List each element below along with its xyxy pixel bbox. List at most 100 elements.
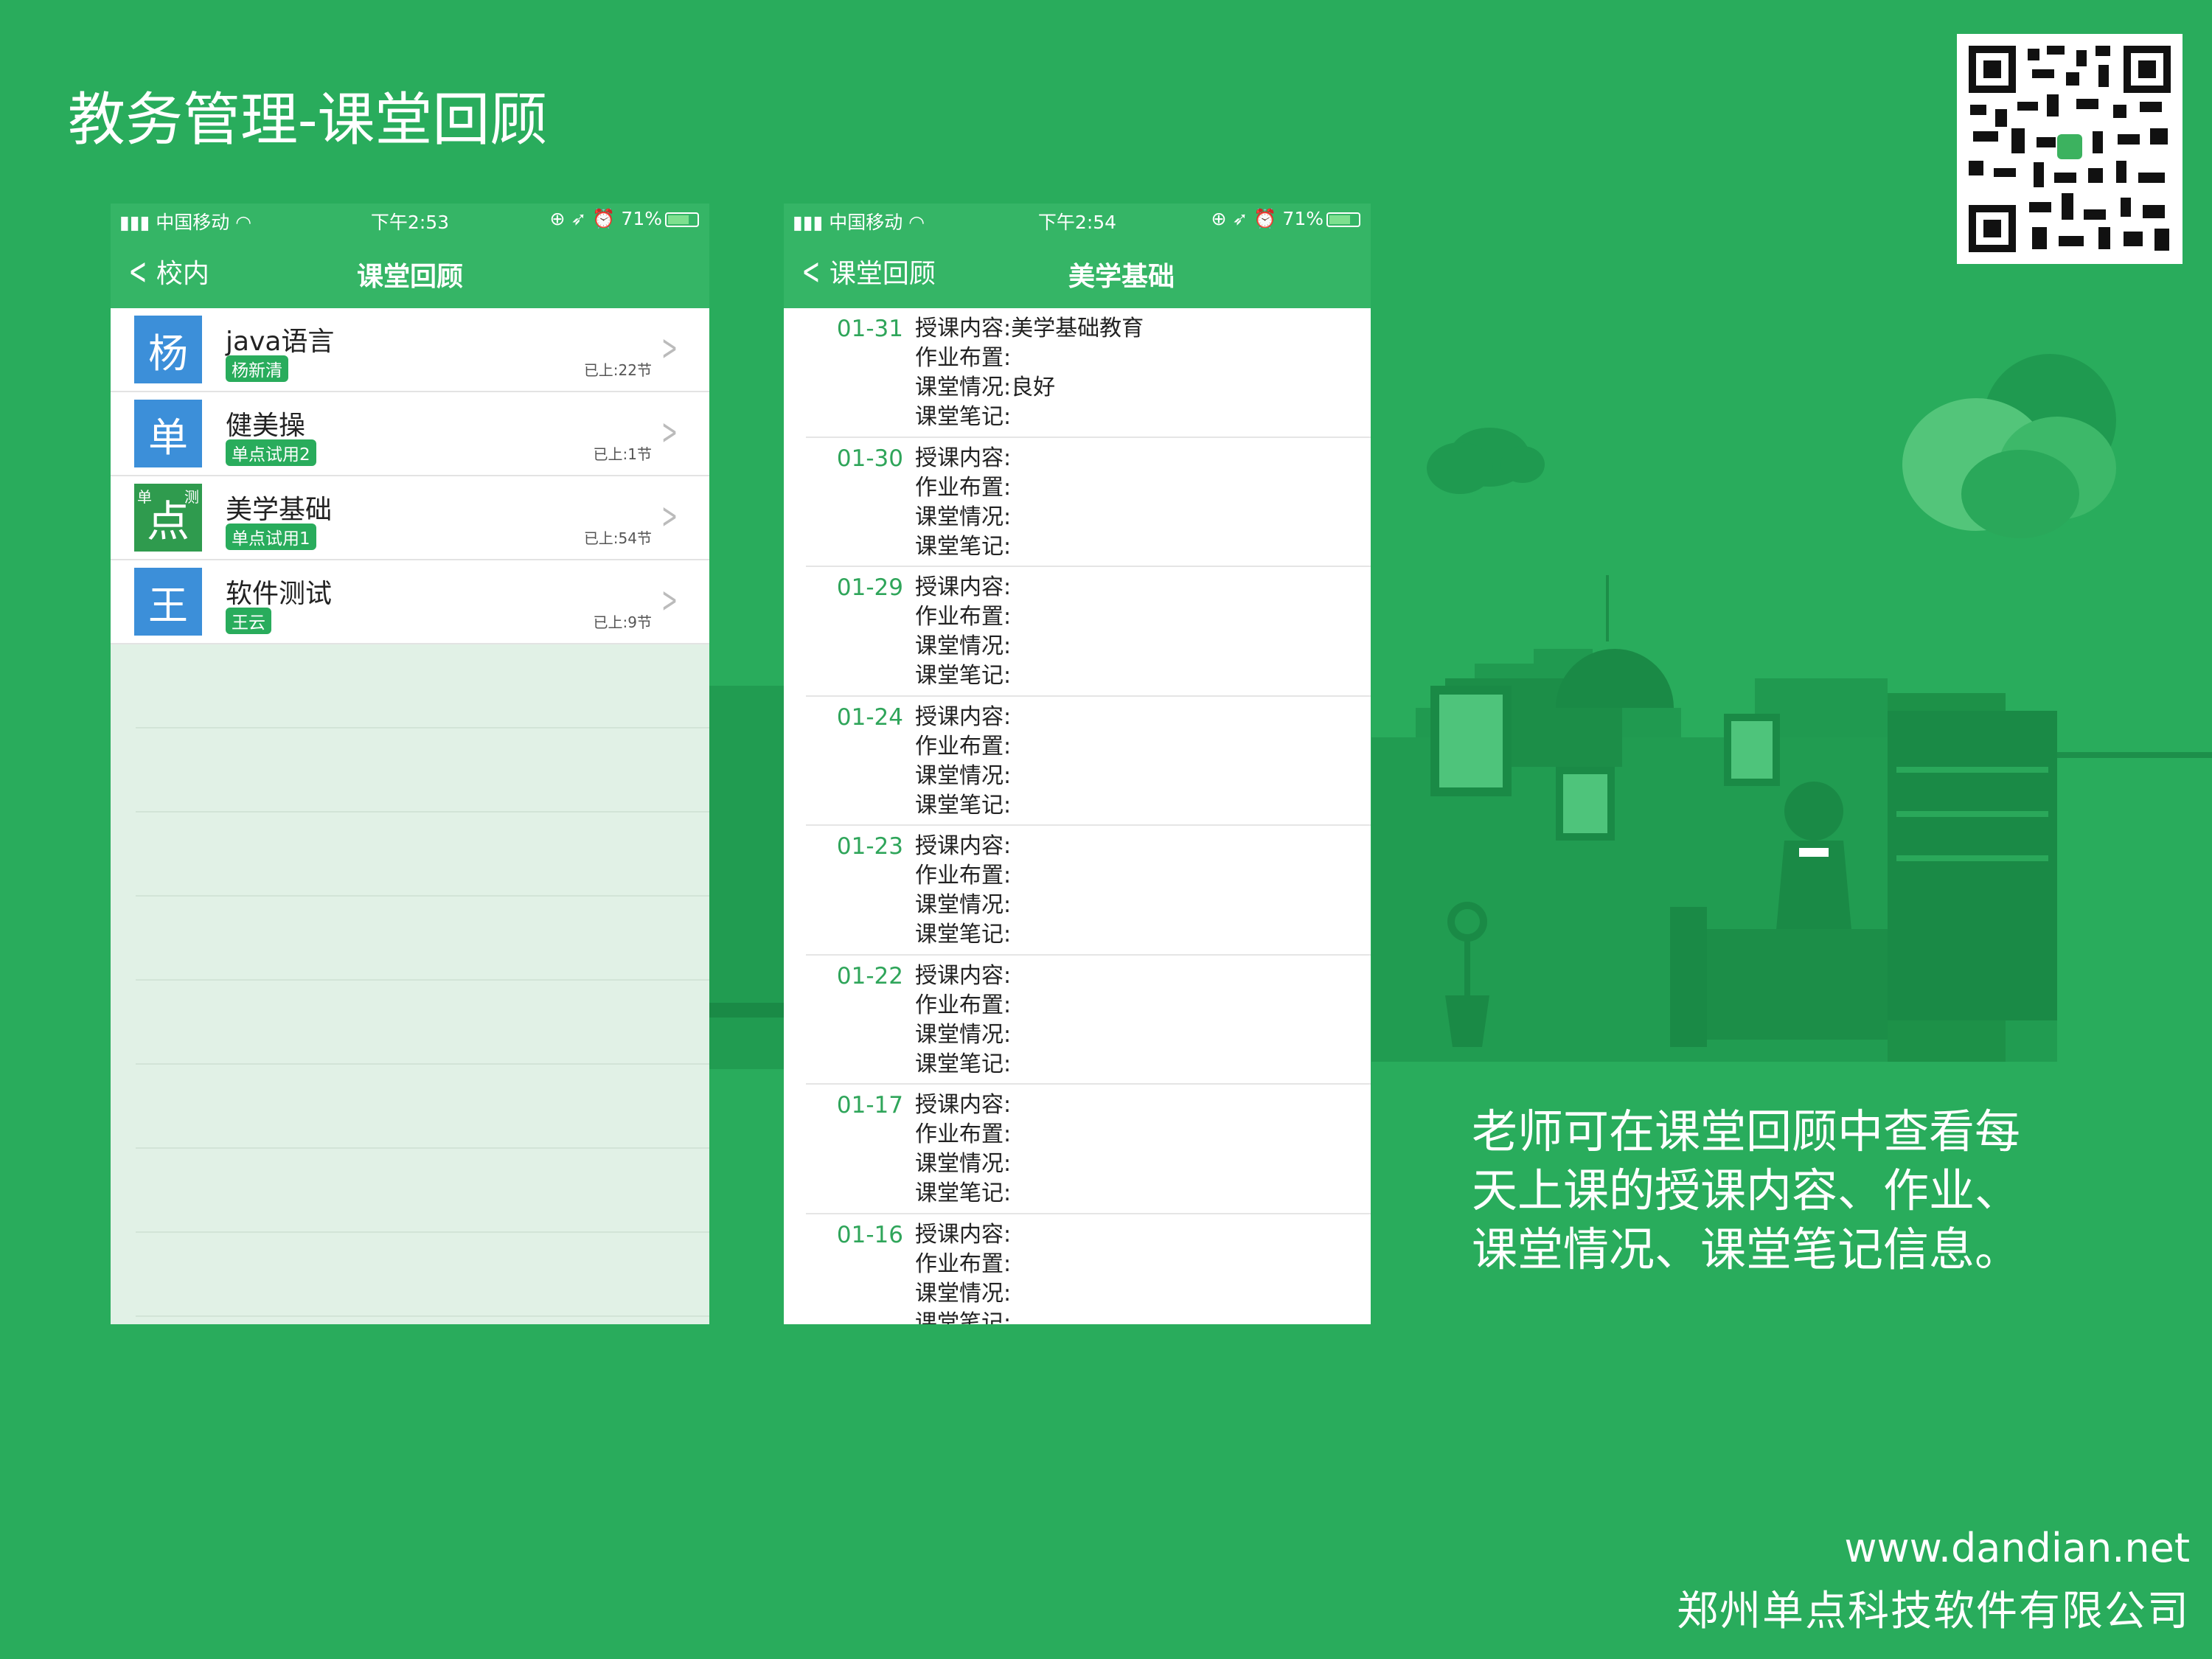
review-content: 授课内容: xyxy=(915,703,1012,730)
chevron-right-icon: > xyxy=(661,411,678,453)
review-situation: 课堂情况: xyxy=(915,892,1012,918)
lock-rotation-icon: ⊕ xyxy=(549,208,566,229)
empty-list-area xyxy=(111,644,709,1324)
review-content: 授课内容: xyxy=(915,962,1012,989)
chevron-right-icon: > xyxy=(661,495,678,537)
progress-text: 已上:54节 xyxy=(583,529,652,547)
review-lines: 授课内容: 作业布置: 课堂情况: 课堂笔记: xyxy=(915,961,1011,1079)
review-entry[interactable]: 01-30 授课内容: 作业布置: 课堂情况: 课堂笔记: xyxy=(806,438,1371,567)
location-icon: ➶ xyxy=(1232,208,1248,229)
teacher-tag: 单点试用1 xyxy=(226,524,316,550)
progress-text: 已上:22节 xyxy=(583,361,652,379)
battery-percent: 71% xyxy=(621,208,662,229)
phone-screen-course-list: ▮▮▮ 中国移动 ◠ 下午2:53 ⊕ ➶ ⏰ 71% < 校内 课堂回顾 杨 … xyxy=(111,204,709,1324)
status-bar: ▮▮▮ 中国移动 ◠ 下午2:53 ⊕ ➶ ⏰ 71% xyxy=(111,204,709,234)
review-homework: 作业布置: xyxy=(915,604,1012,630)
course-avatar: 单 点 测 xyxy=(134,484,202,552)
course-avatar: 单 xyxy=(134,400,202,467)
review-notes: 课堂笔记: xyxy=(915,533,1012,560)
review-entry[interactable]: 01-24 授课内容: 作业布置: 课堂情况: 课堂笔记: xyxy=(806,697,1371,826)
review-date: 01-24 xyxy=(836,703,903,731)
course-list: 杨 java语言 杨新清 已上:22节 > 单 健美操 单点试用2 已上:1节 … xyxy=(111,308,709,644)
review-date: 01-16 xyxy=(836,1221,903,1248)
review-notes: 课堂笔记: xyxy=(915,922,1012,947)
teacher-tag: 王云 xyxy=(226,608,271,634)
office-illustration xyxy=(1371,354,2212,1062)
review-homework: 作业布置: xyxy=(915,992,1012,1018)
review-date: 01-30 xyxy=(836,445,903,472)
review-entry[interactable]: 01-17 授课内容: 作业布置: 课堂情况: 课堂笔记: xyxy=(806,1085,1371,1214)
divider xyxy=(136,1315,709,1317)
review-date: 01-29 xyxy=(836,574,903,601)
review-entry[interactable]: 01-16 授课内容: 作业布置: 课堂情况: 课堂笔记: xyxy=(806,1214,1371,1325)
battery-icon xyxy=(1326,212,1360,227)
course-item-aerobics[interactable]: 单 健美操 单点试用2 已上:1节 > xyxy=(111,392,709,476)
course-item-aesthetics[interactable]: 单 点 测 美学基础 单点试用1 已上:54节 > xyxy=(111,476,709,560)
phone-screen-class-review: ▮▮▮ 中国移动 ◠ 下午2:54 ⊕ ➶ ⏰ 71% < 课堂回顾 美学基础 … xyxy=(784,204,1371,1324)
teacher-tag: 单点试用2 xyxy=(226,439,316,466)
progress-text: 已上:9节 xyxy=(593,613,652,631)
review-notes: 课堂笔记: xyxy=(915,1051,1012,1077)
review-situation: 课堂情况: xyxy=(915,633,1012,659)
review-homework: 作业布置: xyxy=(915,474,1012,501)
course-name: 美学基础 xyxy=(226,495,333,525)
divider xyxy=(136,1147,709,1149)
review-situation: 课堂情况:良好 xyxy=(915,375,1056,400)
status-right: ⊕ ➶ ⏰ 71% xyxy=(1211,208,1360,230)
review-lines: 授课内容: 作业布置: 课堂情况: 课堂笔记: xyxy=(915,832,1011,950)
review-notes: 课堂笔记: xyxy=(915,663,1012,689)
review-notes: 课堂笔记: xyxy=(915,792,1012,818)
teacher-tag: 杨新清 xyxy=(226,355,288,382)
review-homework: 作业布置: xyxy=(915,345,1012,371)
course-name: 软件测试 xyxy=(226,579,333,609)
review-content: 授课内容: xyxy=(915,574,1012,600)
review-notes: 课堂笔记: xyxy=(915,1180,1012,1206)
review-homework: 作业布置: xyxy=(915,733,1012,759)
qr-code-icon xyxy=(1957,34,2183,264)
review-lines: 授课内容: 作业布置: 课堂情况: 课堂笔记: xyxy=(915,1220,1011,1325)
lock-rotation-icon: ⊕ xyxy=(1211,208,1227,229)
nav-title: 美学基础 xyxy=(1068,262,1175,292)
chevron-left-icon: < xyxy=(801,250,821,293)
review-content: 授课内容: xyxy=(915,445,1012,471)
review-date: 01-23 xyxy=(836,833,903,860)
review-situation: 课堂情况: xyxy=(915,1151,1012,1177)
review-notes: 课堂笔记: xyxy=(915,404,1012,430)
divider xyxy=(136,811,709,813)
review-lines: 授课内容: 作业布置: 课堂情况: 课堂笔记: xyxy=(915,703,1011,821)
divider xyxy=(136,895,709,897)
review-entry[interactable]: 01-23 授课内容: 作业布置: 课堂情况: 课堂笔记: xyxy=(806,826,1371,956)
course-avatar: 杨 xyxy=(134,316,202,383)
illustration-strip xyxy=(708,686,789,1069)
nav-bar: < 校内 课堂回顾 xyxy=(111,234,709,308)
review-entry[interactable]: 01-29 授课内容: 作业布置: 课堂情况: 课堂笔记: xyxy=(806,567,1371,697)
review-homework: 作业布置: xyxy=(915,863,1012,888)
divider xyxy=(136,1063,709,1065)
review-content: 授课内容:美学基础教育 xyxy=(915,316,1144,341)
review-list: 01-31 授课内容:美学基础教育 作业布置: 课堂情况:良好 课堂笔记: 01… xyxy=(784,308,1371,1324)
review-lines: 授课内容: 作业布置: 课堂情况: 课堂笔记: xyxy=(915,1091,1011,1208)
review-entry[interactable]: 01-31 授课内容:美学基础教育 作业布置: 课堂情况:良好 课堂笔记: xyxy=(806,308,1371,438)
website-url: www.dandian.net xyxy=(1844,1525,2190,1571)
review-situation: 课堂情况: xyxy=(915,1280,1012,1307)
review-homework: 作业布置: xyxy=(915,1121,1012,1147)
review-situation: 课堂情况: xyxy=(915,1021,1012,1048)
nav-bar: < 课堂回顾 美学基础 xyxy=(784,234,1371,308)
review-notes: 课堂笔记: xyxy=(915,1310,1012,1325)
divider xyxy=(136,727,709,728)
review-date: 01-22 xyxy=(836,962,903,990)
review-entry[interactable]: 01-22 授课内容: 作业布置: 课堂情况: 课堂笔记: xyxy=(806,956,1371,1085)
location-icon: ➶ xyxy=(571,208,587,229)
review-date: 01-31 xyxy=(836,316,903,342)
course-item-software-testing[interactable]: 王 软件测试 王云 已上:9节 > xyxy=(111,560,709,644)
chevron-right-icon: > xyxy=(661,327,678,369)
slide-title: 教务管理-课堂回顾 xyxy=(68,87,548,153)
course-name: java语言 xyxy=(226,327,335,357)
battery-percent: 71% xyxy=(1282,208,1324,229)
status-right: ⊕ ➶ ⏰ 71% xyxy=(550,208,699,230)
course-item-java[interactable]: 杨 java语言 杨新清 已上:22节 > xyxy=(111,308,709,392)
avatar-main-char: 点 xyxy=(146,496,189,546)
review-lines: 授课内容: 作业布置: 课堂情况: 课堂笔记: xyxy=(915,444,1011,562)
review-content: 授课内容: xyxy=(915,833,1012,859)
avatar-corner-right: 测 xyxy=(184,488,199,506)
